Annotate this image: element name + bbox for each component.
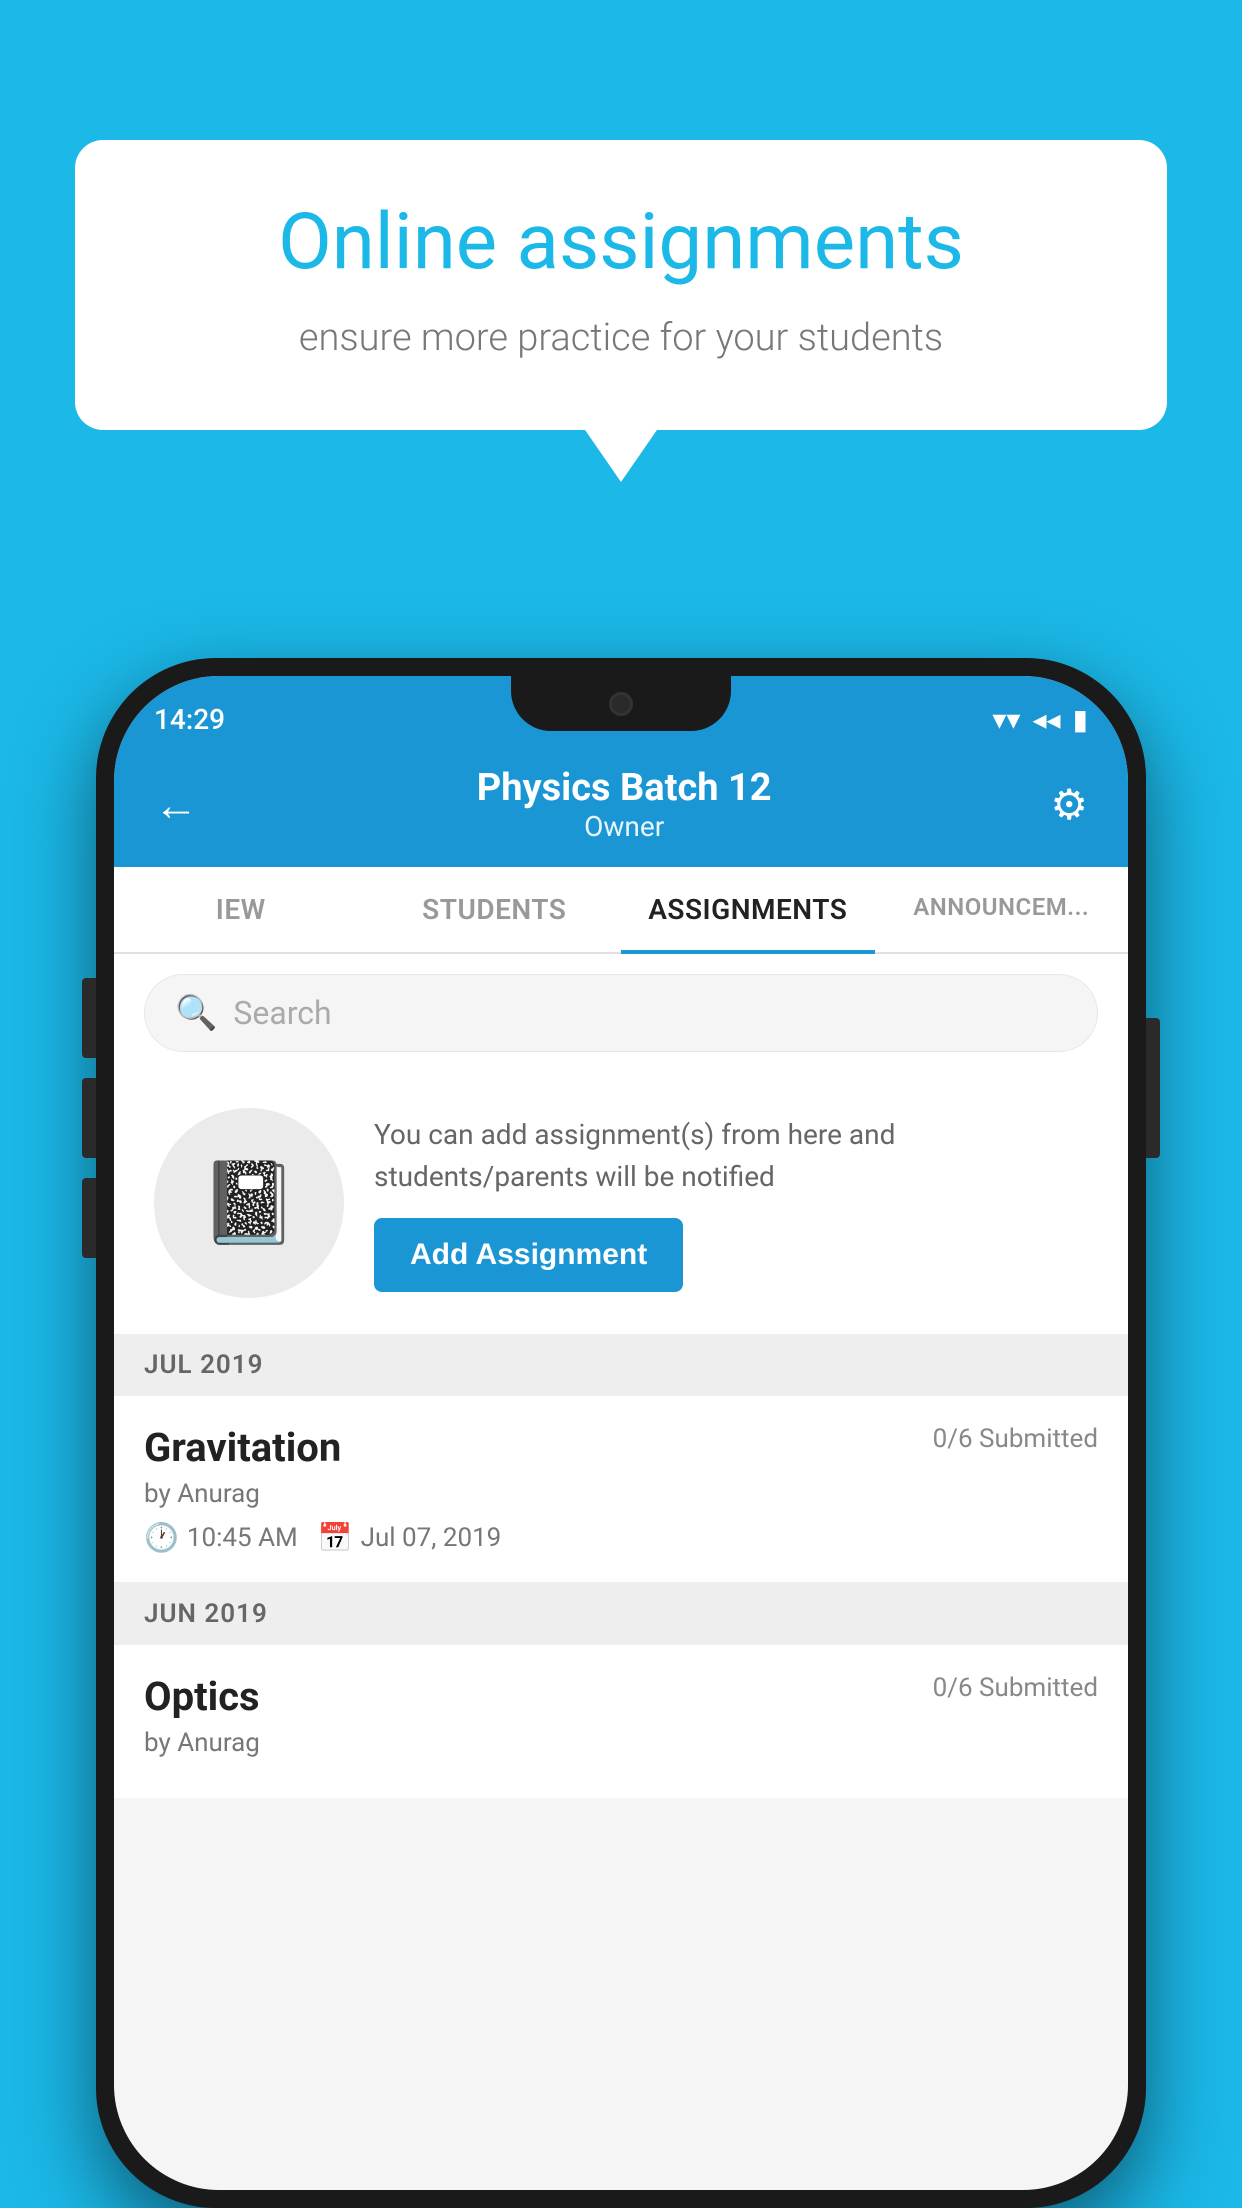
status-time: 14:29: [154, 703, 225, 736]
search-placeholder: Search: [233, 994, 331, 1032]
phone-screen: 14:29 ▾▾ ◂◂ ▮ ← Physics Batch 12 Owner ⚙: [114, 676, 1128, 2190]
phone-outer: 14:29 ▾▾ ◂◂ ▮ ← Physics Batch 12 Owner ⚙: [96, 658, 1146, 2208]
settings-button[interactable]: ⚙: [1050, 780, 1088, 830]
assignment-date: Jul 07, 2019: [361, 1523, 502, 1553]
wifi-icon: ▾▾: [992, 703, 1020, 736]
add-assignment-button[interactable]: Add Assignment: [374, 1218, 683, 1292]
bubble-title: Online assignments: [145, 200, 1097, 286]
speech-bubble-area: Online assignments ensure more practice …: [75, 140, 1167, 430]
date-meta: 📅 Jul 07, 2019: [318, 1521, 502, 1554]
tab-iew[interactable]: IEW: [114, 867, 368, 952]
submitted-count-gravitation: 0/6 Submitted: [933, 1424, 1098, 1454]
empty-icon-circle: 📓: [154, 1108, 344, 1298]
section-label-jun: JUN 2019: [144, 1599, 268, 1629]
calendar-icon: 📅: [318, 1521, 353, 1554]
optics-top-row: Optics 0/6 Submitted: [144, 1673, 1098, 1720]
tab-students[interactable]: STUDENTS: [368, 867, 622, 952]
app-header: ← Physics Batch 12 Owner ⚙: [114, 748, 1128, 867]
section-jul-2019: JUL 2019: [114, 1334, 1128, 1396]
search-icon: 🔍: [175, 993, 217, 1033]
signal-icon: ◂◂: [1032, 703, 1060, 736]
empty-state: 📓 You can add assignment(s) from here an…: [114, 1072, 1128, 1334]
phone-frame: 14:29 ▾▾ ◂◂ ▮ ← Physics Batch 12 Owner ⚙: [96, 658, 1146, 2208]
status-icons: ▾▾ ◂◂ ▮: [992, 703, 1088, 736]
header-center: Physics Batch 12 Owner: [198, 766, 1050, 843]
time-meta: 🕐 10:45 AM: [144, 1521, 298, 1554]
assignment-top-row: Gravitation 0/6 Submitted: [144, 1424, 1098, 1471]
search-bar: 🔍 Search: [114, 954, 1128, 1072]
empty-description: You can add assignment(s) from here and …: [374, 1114, 1088, 1198]
header-subtitle: Owner: [198, 810, 1050, 843]
search-input[interactable]: 🔍 Search: [144, 974, 1098, 1052]
phone-notch: [511, 676, 731, 731]
assignment-optics[interactable]: Optics 0/6 Submitted by Anurag: [114, 1645, 1128, 1798]
battery-icon: ▮: [1073, 703, 1088, 736]
assignment-name-gravitation: Gravitation: [144, 1424, 341, 1471]
tab-assignments[interactable]: ASSIGNMENTS: [621, 867, 875, 952]
submitted-count-optics: 0/6 Submitted: [933, 1673, 1098, 1703]
section-jun-2019: JUN 2019: [114, 1583, 1128, 1645]
assignment-by-optics: by Anurag: [144, 1728, 1098, 1758]
bubble-subtitle: ensure more practice for your students: [145, 316, 1097, 360]
assignment-by-gravitation: by Anurag: [144, 1479, 1098, 1509]
back-button[interactable]: ←: [154, 779, 198, 831]
assignment-name-optics: Optics: [144, 1673, 260, 1720]
notebook-icon: 📓: [199, 1156, 299, 1250]
assignment-gravitation[interactable]: Gravitation 0/6 Submitted by Anurag 🕐 10…: [114, 1396, 1128, 1583]
speech-bubble: Online assignments ensure more practice …: [75, 140, 1167, 430]
empty-text-area: You can add assignment(s) from here and …: [374, 1114, 1088, 1292]
clock-icon: 🕐: [144, 1521, 179, 1554]
camera: [609, 692, 633, 716]
tab-announcements[interactable]: ANNOUNCEM...: [875, 867, 1129, 952]
assignment-time: 10:45 AM: [187, 1523, 298, 1553]
tabs-bar: IEW STUDENTS ASSIGNMENTS ANNOUNCEM...: [114, 867, 1128, 954]
header-title: Physics Batch 12: [198, 766, 1050, 810]
section-label-jul: JUL 2019: [144, 1350, 264, 1380]
assignment-meta-gravitation: 🕐 10:45 AM 📅 Jul 07, 2019: [144, 1521, 1098, 1554]
